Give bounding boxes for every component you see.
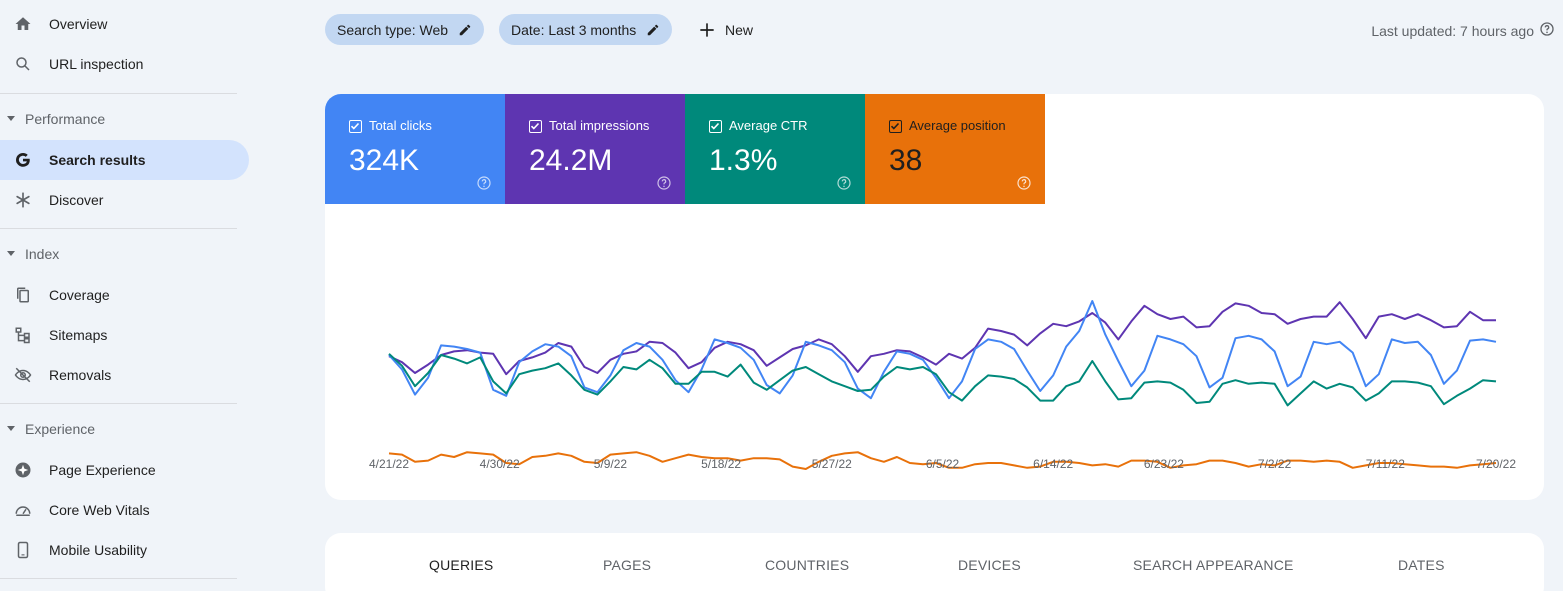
metric-average-ctr[interactable]: Average CTR 1.3%: [685, 94, 865, 204]
sidebar-item-label: URL inspection: [49, 56, 144, 72]
pencil-icon: [458, 23, 472, 37]
sidebar-item-label: Page Experience: [49, 462, 156, 478]
sidebar: Overview URL inspection Performance Sear…: [0, 0, 262, 591]
metric-value: 324K: [349, 144, 420, 177]
divider: [0, 403, 237, 404]
sidebar-item-search-results[interactable]: Search results: [0, 140, 249, 180]
sidebar-item-overview[interactable]: Overview: [0, 4, 249, 44]
section-title: Experience: [25, 421, 96, 437]
metric-value: 38: [889, 144, 923, 177]
asterisk-icon: [12, 189, 34, 211]
phone-icon: [12, 539, 34, 561]
help-icon[interactable]: [656, 175, 672, 196]
metric-total-impressions[interactable]: Total impressions 24.2M: [505, 94, 685, 204]
sidebar-item-coverage[interactable]: Coverage: [0, 275, 249, 315]
tab-devices[interactable]: DEVICES: [958, 557, 1021, 573]
tab-countries[interactable]: COUNTRIES: [765, 557, 849, 573]
x-tick-label: 7/11/22: [1366, 457, 1405, 471]
sidebar-item-core-web-vitals[interactable]: Core Web Vitals: [0, 490, 249, 530]
help-icon[interactable]: [476, 175, 492, 196]
sidebar-item-url-inspection[interactable]: URL inspection: [0, 44, 249, 84]
metric-average-position[interactable]: Average position 38: [865, 94, 1045, 204]
section-experience[interactable]: Experience: [0, 414, 240, 444]
chip-label: Date: Last 3 months: [511, 21, 637, 38]
metric-label: Average CTR: [729, 118, 808, 133]
last-updated-text: Last updated: 7 hours ago: [1371, 22, 1534, 39]
sidebar-item-sitemaps[interactable]: Sitemaps: [0, 315, 249, 355]
series-line-total-impressions: [388, 301, 1496, 376]
x-tick-label: 5/27/22: [812, 457, 852, 471]
checkbox-checked-icon[interactable]: [709, 120, 722, 133]
checkbox-checked-icon[interactable]: [529, 120, 542, 133]
sidebar-item-label: Sitemaps: [49, 327, 108, 343]
help-icon[interactable]: [1539, 21, 1555, 40]
x-tick-label: 5/9/22: [594, 457, 628, 471]
help-icon[interactable]: [836, 175, 852, 196]
divider: [0, 578, 237, 579]
x-tick-label: 7/20/22: [1476, 457, 1516, 471]
checkbox-checked-icon[interactable]: [349, 120, 362, 133]
sidebar-item-label: Search results: [49, 152, 146, 168]
x-tick-label: 5/18/22: [701, 457, 741, 471]
x-tick-label: 4/21/22: [369, 457, 409, 471]
sitemap-icon: [12, 324, 34, 346]
performance-chart-card: Total clicks 324K Total impressions 24.2…: [325, 94, 1544, 500]
plus-circle-icon: [12, 459, 34, 481]
sidebar-item-removals[interactable]: Removals: [0, 355, 249, 395]
metric-value: 24.2M: [529, 144, 613, 177]
x-tick-label: 6/14/22: [1033, 457, 1073, 471]
caret-down-icon: [7, 426, 15, 431]
sidebar-item-label: Coverage: [49, 287, 110, 303]
filter-chip-search-type[interactable]: Search type: Web: [325, 14, 485, 45]
sidebar-item-label: Mobile Usability: [49, 542, 148, 558]
dimension-tabs: QUERIES PAGES COUNTRIES DEVICES SEARCH A…: [325, 533, 1544, 591]
caret-down-icon: [7, 116, 15, 121]
sidebar-item-label: Removals: [49, 367, 112, 383]
checkbox-checked-icon[interactable]: [889, 120, 902, 133]
metric-total-clicks[interactable]: Total clicks 324K: [325, 94, 505, 204]
tab-search-appearance[interactable]: SEARCH APPEARANCE: [1133, 557, 1294, 573]
x-tick-label: 6/5/22: [926, 457, 960, 471]
copy-pages-icon: [12, 284, 34, 306]
section-title: Performance: [25, 111, 106, 127]
sidebar-item-page-experience[interactable]: Page Experience: [0, 450, 249, 490]
filter-chip-date[interactable]: Date: Last 3 months: [499, 14, 673, 45]
google-g-icon: [12, 149, 34, 171]
metric-label: Average position: [909, 118, 1006, 133]
x-tick-label: 7/2/22: [1258, 457, 1292, 471]
gauge-icon: [12, 499, 34, 521]
tab-pages[interactable]: PAGES: [603, 557, 651, 573]
series-line-average-ctr: [388, 353, 1497, 407]
plus-icon: [697, 20, 717, 40]
tab-queries[interactable]: QUERIES: [429, 557, 493, 573]
last-updated: Last updated: 7 hours ago: [1371, 21, 1555, 40]
sidebar-item-mobile-usability[interactable]: Mobile Usability: [0, 530, 249, 570]
chip-label: Search type: Web: [337, 21, 449, 38]
new-filter-label: New: [725, 21, 754, 38]
help-icon[interactable]: [1016, 175, 1032, 196]
x-tick-label: 6/23/22: [1144, 457, 1184, 471]
section-performance[interactable]: Performance: [0, 104, 240, 134]
metric-value: 1.3%: [709, 144, 778, 177]
divider: [0, 228, 237, 229]
new-filter-button[interactable]: New: [697, 14, 753, 45]
caret-down-icon: [7, 251, 15, 256]
metric-label: Total clicks: [369, 118, 432, 133]
section-index[interactable]: Index: [0, 239, 240, 269]
sidebar-item-discover[interactable]: Discover: [0, 180, 249, 220]
divider: [0, 93, 237, 94]
search-icon: [12, 53, 34, 75]
sidebar-item-label: Core Web Vitals: [49, 502, 150, 518]
pencil-icon: [646, 23, 660, 37]
section-title: Index: [25, 246, 60, 262]
sidebar-item-label: Discover: [49, 192, 104, 208]
performance-line-chart: 4/21/22 4/30/22 5/9/22 5/18/22 5/27/22 6/5/22…: [369, 300, 1516, 471]
sidebar-item-label: Overview: [49, 16, 108, 32]
tab-dates[interactable]: DATES: [1398, 557, 1445, 573]
eye-off-icon: [12, 364, 34, 386]
home-icon: [12, 13, 34, 35]
x-tick-label: 4/30/22: [480, 457, 520, 471]
metric-label: Total impressions: [549, 118, 650, 133]
